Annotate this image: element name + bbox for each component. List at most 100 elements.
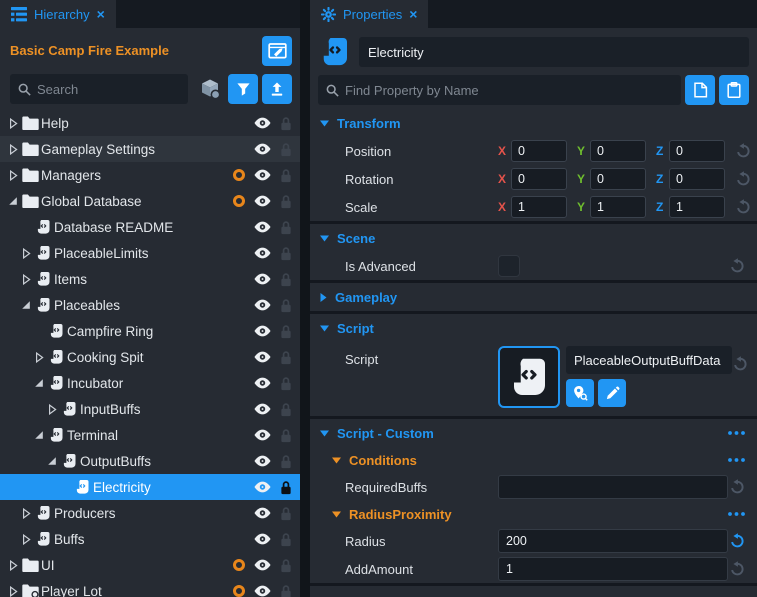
lock-icon[interactable]	[280, 454, 292, 469]
level-settings-button[interactable]	[262, 36, 292, 66]
close-icon[interactable]: ×	[97, 7, 105, 21]
edit-script-button[interactable]	[598, 379, 626, 407]
lock-icon[interactable]	[280, 194, 292, 209]
eye-icon[interactable]	[254, 585, 271, 597]
tree-row-ui[interactable]: UI	[0, 552, 300, 578]
collapse-arrow-icon[interactable]	[32, 430, 46, 440]
lock-icon[interactable]	[280, 272, 292, 287]
input-radius[interactable]	[498, 529, 728, 553]
lock-icon[interactable]	[280, 558, 292, 573]
script-name-input[interactable]	[566, 346, 732, 374]
more-options-button[interactable]	[728, 458, 745, 462]
expand-arrow-icon[interactable]	[6, 118, 20, 129]
copy-properties-button[interactable]	[685, 75, 715, 105]
section-gameplay[interactable]: Gameplay	[310, 283, 757, 311]
tree-row-managers[interactable]: Managers	[0, 162, 300, 188]
panel-splitter[interactable]	[300, 0, 310, 597]
tree-row-gameplay-settings[interactable]: Gameplay Settings	[0, 136, 300, 162]
lock-icon[interactable]	[280, 506, 292, 521]
paste-properties-button[interactable]	[719, 75, 749, 105]
reset-button[interactable]	[729, 533, 745, 549]
eye-icon[interactable]	[254, 117, 271, 129]
eye-icon[interactable]	[254, 195, 271, 207]
upload-button[interactable]	[262, 74, 292, 104]
reset-button[interactable]	[729, 479, 745, 495]
more-options-button[interactable]	[728, 512, 745, 516]
lock-icon[interactable]	[280, 168, 292, 183]
transform-input-rotation-z[interactable]	[669, 168, 725, 190]
eye-icon[interactable]	[254, 559, 271, 571]
reset-button[interactable]	[729, 561, 745, 577]
tree-row-placeables[interactable]: Placeables	[0, 292, 300, 318]
subsection-radiusproximity[interactable]: RadiusProximity	[310, 501, 757, 527]
locate-script-button[interactable]	[566, 379, 594, 407]
input-addamount[interactable]	[498, 557, 728, 581]
eye-icon[interactable]	[254, 533, 271, 545]
reset-button[interactable]	[735, 143, 751, 159]
eye-icon[interactable]	[254, 325, 271, 337]
transform-input-rotation-y[interactable]	[590, 168, 646, 190]
collapse-arrow-icon[interactable]	[19, 300, 33, 310]
lock-icon[interactable]	[280, 428, 292, 443]
tree-row-player-lot[interactable]: Player Lot	[0, 578, 300, 597]
expand-arrow-icon[interactable]	[6, 170, 20, 181]
lock-icon[interactable]	[280, 584, 292, 597]
eye-icon[interactable]	[254, 403, 271, 415]
tree-row-global-database[interactable]: Global Database	[0, 188, 300, 214]
reset-button[interactable]	[735, 199, 751, 215]
lock-icon[interactable]	[280, 480, 292, 495]
tree-row-incubator[interactable]: Incubator	[0, 370, 300, 396]
expand-arrow-icon[interactable]	[6, 586, 20, 597]
script-object-picker[interactable]	[498, 346, 560, 408]
hierarchy-search-input[interactable]	[37, 82, 180, 97]
lock-icon[interactable]	[280, 298, 292, 313]
close-icon[interactable]: ×	[409, 7, 417, 21]
collapse-arrow-icon[interactable]	[32, 378, 46, 388]
expand-arrow-icon[interactable]	[32, 352, 46, 363]
tree-row-buffs[interactable]: Buffs	[0, 526, 300, 552]
expand-arrow-icon[interactable]	[19, 508, 33, 519]
eye-icon[interactable]	[254, 377, 271, 389]
transform-input-scale-y[interactable]	[590, 196, 646, 218]
lock-icon[interactable]	[280, 246, 292, 261]
eye-icon[interactable]	[254, 247, 271, 259]
tree-row-cooking-spit[interactable]: Cooking Spit	[0, 344, 300, 370]
transform-input-scale-x[interactable]	[511, 196, 567, 218]
transform-input-position-y[interactable]	[590, 140, 646, 162]
eye-icon[interactable]	[254, 429, 271, 441]
eye-icon[interactable]	[254, 351, 271, 363]
tab-hierarchy[interactable]: Hierarchy ×	[0, 0, 116, 28]
eye-icon[interactable]	[254, 169, 271, 181]
eye-icon[interactable]	[254, 299, 271, 311]
tree-row-electricity[interactable]: Electricity	[0, 474, 300, 500]
tree-row-campfire-ring[interactable]: Campfire Ring	[0, 318, 300, 344]
transform-input-scale-z[interactable]	[669, 196, 725, 218]
subsection-conditions[interactable]: Conditions	[310, 447, 757, 473]
eye-icon[interactable]	[254, 221, 271, 233]
object-name-input[interactable]	[359, 37, 749, 67]
tab-properties[interactable]: Properties ×	[310, 0, 428, 28]
eye-icon[interactable]	[254, 507, 271, 519]
reset-button[interactable]	[732, 356, 748, 372]
lock-icon[interactable]	[280, 142, 292, 157]
transform-input-position-x[interactable]	[511, 140, 567, 162]
lock-icon[interactable]	[280, 532, 292, 547]
expand-arrow-icon[interactable]	[45, 404, 59, 415]
tree-row-terminal[interactable]: Terminal	[0, 422, 300, 448]
transform-input-position-z[interactable]	[669, 140, 725, 162]
reset-button[interactable]	[729, 258, 745, 274]
lock-icon[interactable]	[280, 220, 292, 235]
reset-button[interactable]	[735, 171, 751, 187]
lock-icon[interactable]	[280, 376, 292, 391]
section-script-custom[interactable]: Script - Custom	[310, 419, 757, 447]
lock-icon[interactable]	[280, 402, 292, 417]
section-script[interactable]: Script	[310, 314, 757, 342]
eye-icon[interactable]	[254, 273, 271, 285]
is-advanced-checkbox[interactable]	[498, 255, 520, 277]
eye-icon[interactable]	[254, 143, 271, 155]
input-requiredbuffs[interactable]	[498, 475, 728, 499]
tree-row-outputbuffs[interactable]: OutputBuffs	[0, 448, 300, 474]
expand-arrow-icon[interactable]	[19, 248, 33, 259]
tree-row-placeablelimits[interactable]: PlaceableLimits	[0, 240, 300, 266]
collapse-arrow-icon[interactable]	[45, 456, 59, 466]
